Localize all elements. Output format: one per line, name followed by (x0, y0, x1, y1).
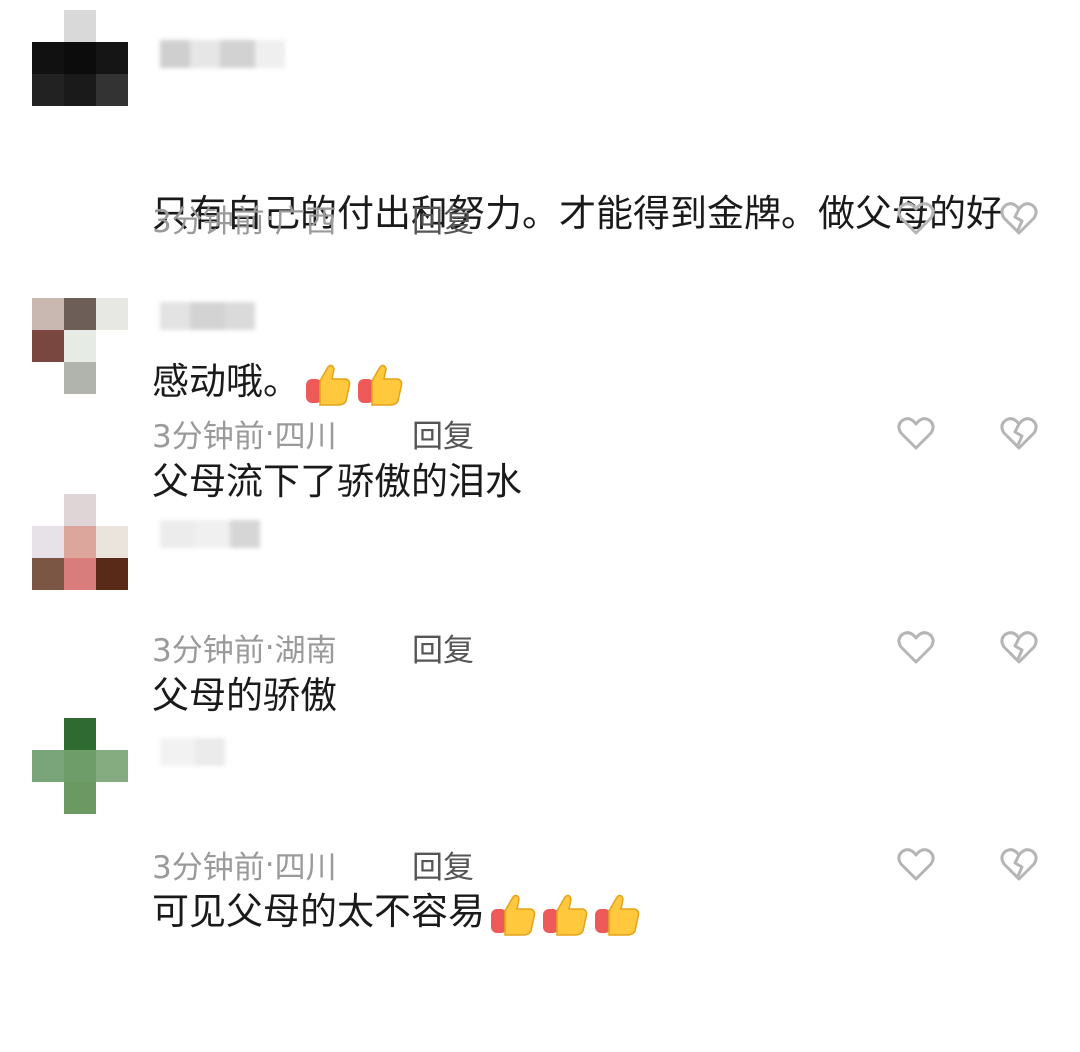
comment-text-line: 可见父母的太不容易 (152, 884, 1032, 940)
thumbs-up-emoji-icon (543, 894, 588, 936)
comment-text-fragment: 可见父母的太不容易 (152, 890, 485, 933)
comment-item: 可见父母的太不容易 3分钟前 · 四川 回复 (0, 0, 1080, 936)
comment-meta: 3分钟前 · 四川 (152, 842, 337, 887)
location: 四川 (274, 850, 337, 886)
broken-heart-icon[interactable] (1000, 846, 1038, 882)
avatar[interactable] (32, 718, 128, 814)
username[interactable] (160, 738, 225, 766)
separator: · (264, 846, 275, 883)
heart-outline-icon[interactable] (897, 846, 935, 882)
reply-button[interactable]: 回复 (412, 842, 474, 887)
thumbs-up-emoji-icon (595, 894, 640, 936)
timestamp: 3分钟前 (152, 850, 265, 886)
thumbs-up-emoji-icon (491, 894, 536, 936)
comment-text: 可见父母的太不容易 (152, 772, 1032, 1052)
